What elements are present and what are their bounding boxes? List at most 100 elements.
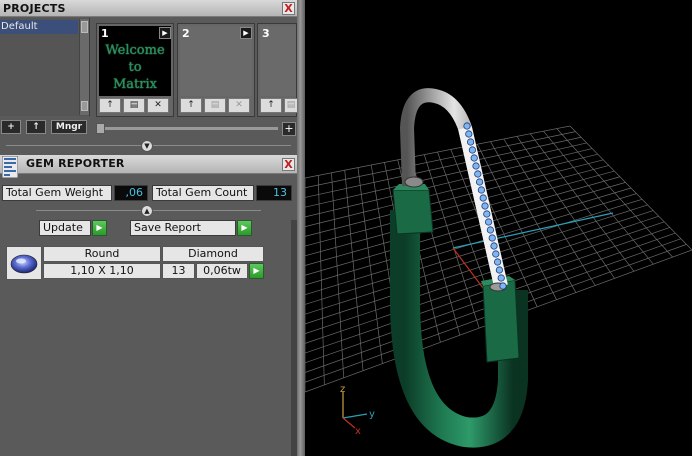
play-icon[interactable]: ▶ xyxy=(240,27,252,39)
gem-stone xyxy=(467,138,475,146)
axis-gizmo: z y x xyxy=(340,384,375,437)
welcome-line-2: Matrix xyxy=(113,77,157,92)
go-arrow-icon[interactable]: ▶ xyxy=(237,220,252,236)
gem-stone xyxy=(476,178,484,186)
slot-number: 3 xyxy=(262,27,270,40)
gem-stone xyxy=(490,242,498,250)
left-panel: PROJECTS X Default + ↑ Mngr 1 ▶ Welcome … xyxy=(0,0,298,456)
scrollbar-end[interactable] xyxy=(81,101,88,111)
3d-viewport[interactable]: z y x xyxy=(305,0,692,456)
update-button[interactable]: Update xyxy=(39,220,91,236)
gem-stone xyxy=(468,146,476,154)
gem-stone xyxy=(494,258,502,266)
total-gem-count-value: 13 xyxy=(256,185,292,201)
projects-title: PROJECTS xyxy=(3,2,66,15)
slider-knob[interactable] xyxy=(96,123,105,134)
gem-reporter-header: GEM REPORTER X xyxy=(0,155,297,174)
grid-line xyxy=(305,136,582,198)
gem-stone xyxy=(481,202,489,210)
gem-stones xyxy=(463,122,507,290)
gem-report-icon xyxy=(2,156,18,178)
slot-buttons: ↑ ▤ ✕ xyxy=(180,98,252,114)
gem-weight-cell: 0,06tw xyxy=(196,263,248,279)
arrow-up-icon[interactable]: ↑ xyxy=(180,98,202,113)
gem-stone xyxy=(463,122,471,130)
viewport-scene[interactable]: z y x xyxy=(305,0,692,456)
welcome-thumbnail-text: Welcome to Matrix xyxy=(99,40,171,92)
gem-stone xyxy=(485,218,493,226)
gem-stone xyxy=(479,194,487,202)
slot-number: 2 xyxy=(182,27,190,40)
go-arrow-icon[interactable]: ▶ xyxy=(92,220,107,236)
gem-stone xyxy=(495,266,503,274)
round-gem-icon xyxy=(6,246,42,280)
save-icon[interactable]: ▤ xyxy=(284,98,298,113)
grid-line xyxy=(305,215,659,334)
total-gem-weight-label: Total Gem Weight xyxy=(2,185,112,201)
save-report-button[interactable]: Save Report xyxy=(130,220,236,236)
gem-shape-cell: Round xyxy=(43,246,161,262)
scrollbar-thumb[interactable] xyxy=(81,21,88,33)
gem-stone xyxy=(474,170,482,178)
ring-model[interactable] xyxy=(390,88,528,448)
project-list-scrollbar[interactable] xyxy=(79,19,89,115)
gem-stone xyxy=(465,130,473,138)
panel-splitter[interactable] xyxy=(297,0,305,456)
grid-axis-y xyxy=(452,212,614,249)
projects-close-button[interactable]: X xyxy=(282,2,295,15)
grid-line xyxy=(305,198,643,305)
project-slot-2[interactable]: 2 ▶ ↑ ▤ ✕ xyxy=(177,23,255,117)
welcome-line-1: Welcome to xyxy=(105,43,165,75)
gem-table: Round Diamond 1,10 X 1,10 13 0,06tw ▶ xyxy=(6,246,264,280)
manager-button[interactable]: Mngr xyxy=(51,120,87,134)
projects-header: PROJECTS X xyxy=(0,0,297,17)
delete-icon[interactable]: ✕ xyxy=(147,98,169,113)
gem-reporter-close-button[interactable]: X xyxy=(282,158,295,171)
axis-z-label: z xyxy=(340,384,345,395)
slider-track[interactable] xyxy=(100,127,278,130)
gem-reporter-title: GEM REPORTER xyxy=(26,157,125,170)
arrow-up-icon[interactable]: ↑ xyxy=(260,98,282,113)
gem-stone xyxy=(470,154,478,162)
axis-y-label: y xyxy=(369,409,375,420)
total-gem-weight-value: ,06 xyxy=(114,185,148,201)
gem-stone xyxy=(483,210,491,218)
gem-stone xyxy=(486,226,494,234)
slot-number: 1 xyxy=(101,27,109,40)
add-project-button[interactable]: + xyxy=(1,120,21,134)
grid-line xyxy=(305,204,648,315)
grid-line xyxy=(305,131,576,189)
grid-line xyxy=(305,170,615,257)
arrow-up-icon[interactable]: ↑ xyxy=(99,98,121,113)
slot-buttons: ↑ ▤ xyxy=(260,98,298,114)
gem-material-cell: Diamond xyxy=(162,246,264,262)
play-icon[interactable]: ▶ xyxy=(159,27,171,39)
project-list[interactable]: Default xyxy=(0,18,90,116)
app-window: PROJECTS X Default + ↑ Mngr 1 ▶ Welcome … xyxy=(0,0,692,456)
total-gem-count-label: Total Gem Count xyxy=(152,185,254,201)
go-arrow-icon[interactable]: ▶ xyxy=(249,263,264,279)
gem-stone xyxy=(477,186,485,194)
gem-stone xyxy=(472,162,480,170)
collapse-icon[interactable]: ▼ xyxy=(141,140,153,152)
collapse-icon[interactable]: ▲ xyxy=(141,205,153,217)
gem-stone xyxy=(499,282,507,290)
save-icon[interactable]: ▤ xyxy=(123,98,145,113)
gem-divider: ▲ xyxy=(0,204,297,217)
add-slot-button[interactable]: + xyxy=(282,122,296,136)
slot-slider[interactable]: + xyxy=(96,122,296,136)
gem-stone xyxy=(488,234,496,242)
axis-x-label: x xyxy=(355,426,361,437)
panel-divider: ▼ xyxy=(0,139,297,152)
move-up-button[interactable]: ↑ xyxy=(26,120,46,134)
save-icon[interactable]: ▤ xyxy=(204,98,226,113)
gem-size-cell: 1,10 X 1,10 xyxy=(43,263,161,279)
list-item-default[interactable]: Default xyxy=(0,20,78,34)
project-slot-3[interactable]: 3 ↑ ▤ xyxy=(257,23,298,117)
project-slot-1[interactable]: 1 ▶ Welcome to Matrix ↑ ▤ ✕ xyxy=(96,23,174,117)
delete-icon[interactable]: ✕ xyxy=(228,98,250,113)
gem-stone xyxy=(497,274,505,282)
gem-stone xyxy=(492,250,500,258)
slot-buttons: ↑ ▤ ✕ xyxy=(99,98,171,114)
project-list-toolbar: + ↑ Mngr xyxy=(0,120,90,136)
